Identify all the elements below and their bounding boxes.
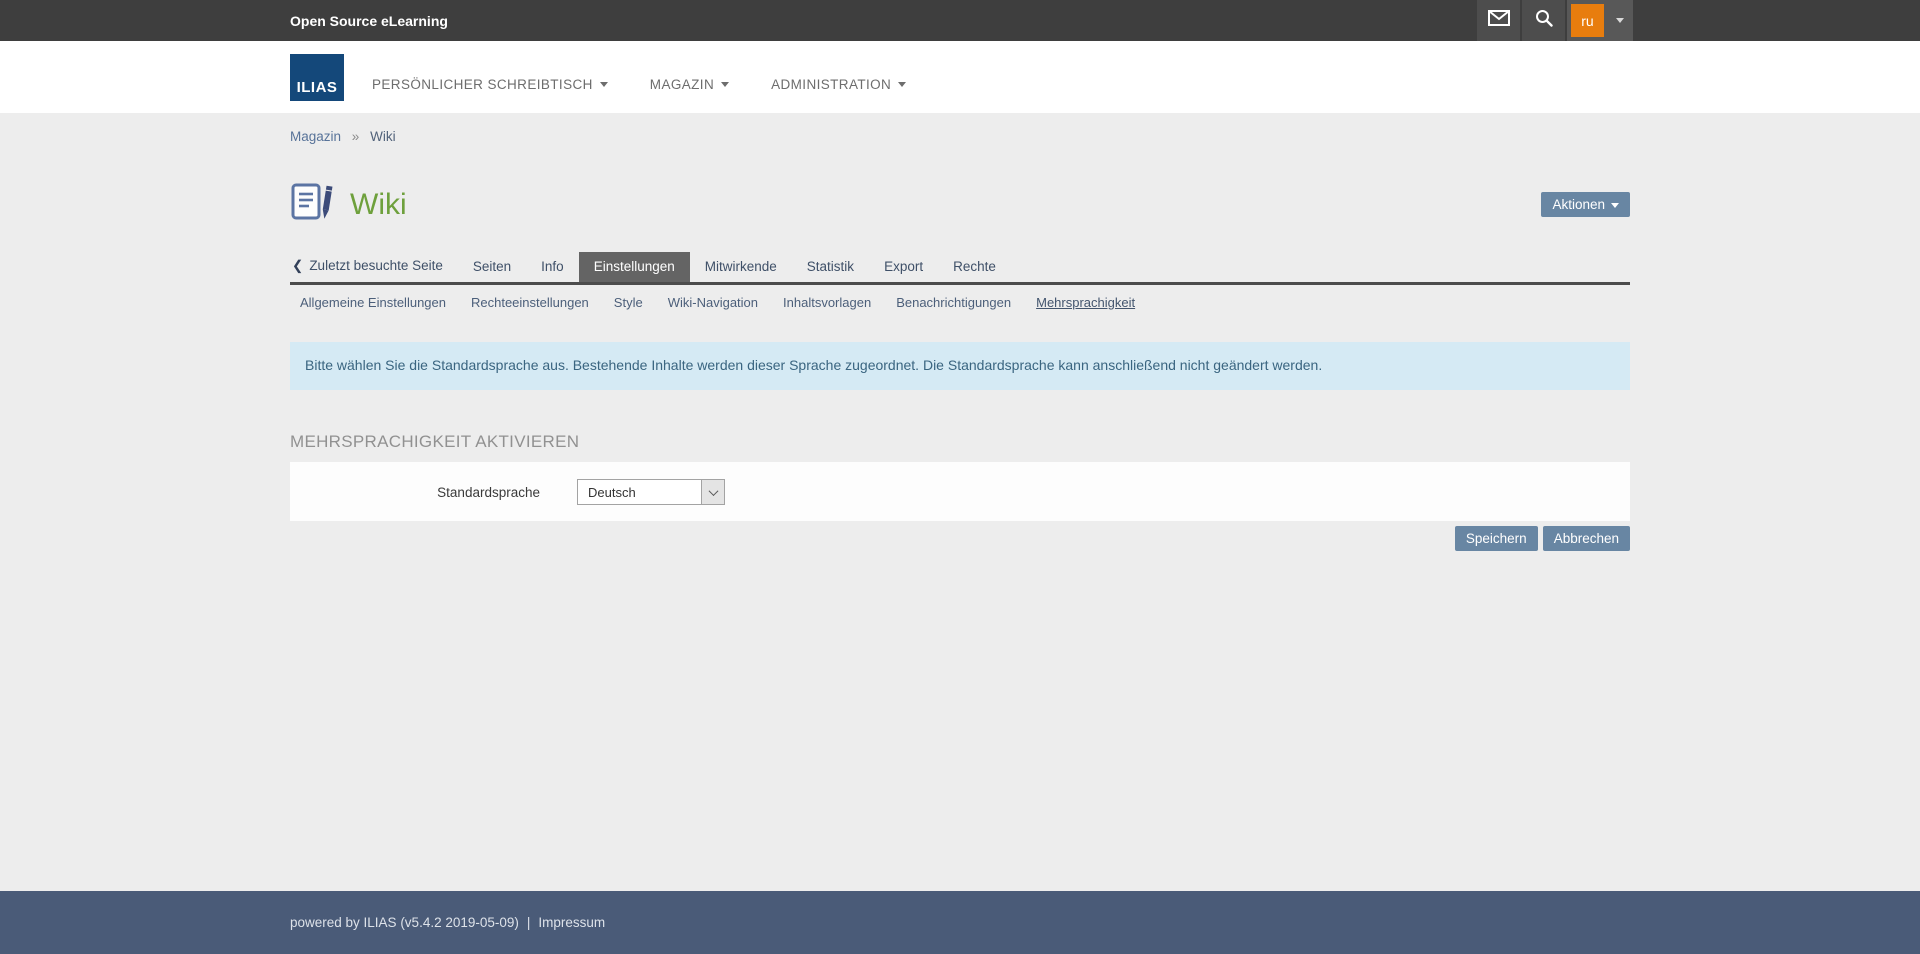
tab-last-visited-page[interactable]: ❮ Zuletzt besuchte Seite [290,251,458,282]
chevron-down-icon [708,486,718,496]
select-arrow-button[interactable] [701,480,724,504]
section-heading: MEHRSPRACHIGKEIT AKTIVIEREN [290,432,1630,452]
tab-info[interactable]: Info [526,252,579,282]
title-row: Wiki Aktionen [290,180,1630,229]
top-bar: Open Source eLearning [0,0,1920,41]
app-title: Open Source eLearning [290,13,448,29]
tab-export[interactable]: Export [869,252,938,282]
mail-button[interactable] [1477,0,1520,41]
user-menu-button[interactable]: ru [1567,0,1633,41]
caret-down-icon [600,82,608,87]
subtab-style[interactable]: Style [614,295,643,310]
footer-impressum-link[interactable]: Impressum [538,915,605,930]
footer-separator: | [527,915,531,930]
nav-item-personal-desktop[interactable]: PERSÖNLICHER SCHREIBTISCH [372,77,608,92]
content-area: Magazin » Wiki [0,113,1920,891]
multilingualism-form: Standardsprache Deutsch [290,462,1630,521]
breadcrumb-separator: » [352,129,360,144]
breadcrumb-wiki[interactable]: Wiki [370,129,396,144]
tab-rechte[interactable]: Rechte [938,252,1011,282]
breadcrumb-magazin[interactable]: Magazin [290,129,341,144]
subtab-wiki-navigation[interactable]: Wiki-Navigation [668,295,758,310]
caret-down-icon [898,82,906,87]
nav-item-administration[interactable]: ADMINISTRATION [771,77,906,92]
search-button[interactable] [1522,0,1565,41]
actions-button-label: Aktionen [1552,197,1605,212]
cancel-button[interactable]: Abbrechen [1543,526,1630,551]
subtab-inhaltsvorlagen[interactable]: Inhaltsvorlagen [783,295,871,310]
footer-powered-by: powered by ILIAS (v5.4.2 2019-05-09) [290,915,519,930]
tab-label: Zuletzt besuchte Seite [309,258,443,273]
ilias-logo[interactable]: ILIAS [290,54,344,101]
form-actions: Speichern Abbrechen [290,526,1630,551]
avatar: ru [1571,4,1604,37]
main-nav: PERSÖNLICHER SCHREIBTISCH MAGAZIN ADMINI… [372,77,948,92]
tab-bar: ❮ Zuletzt besuchte Seite Seiten Info Eins… [290,251,1630,285]
standard-language-label: Standardsprache [290,485,540,500]
tab-mitwirkende[interactable]: Mitwirkende [690,252,792,282]
nav-item-repository[interactable]: MAGAZIN [650,77,729,92]
subtab-rechteeinstellungen[interactable]: Rechteeinstellungen [471,295,589,310]
nav-item-label: ADMINISTRATION [771,77,891,92]
wiki-icon [290,180,334,229]
breadcrumb: Magazin » Wiki [290,113,1630,144]
tab-seiten[interactable]: Seiten [458,252,526,282]
nav-item-label: PERSÖNLICHER SCHREIBTISCH [372,77,593,92]
select-value: Deutsch [578,480,701,504]
actions-button[interactable]: Aktionen [1541,192,1630,217]
save-button[interactable]: Speichern [1455,526,1538,551]
search-icon [1535,9,1553,32]
standard-language-select[interactable]: Deutsch [577,479,725,505]
topbar-actions: ru [1475,0,1633,41]
caret-down-icon [1616,12,1624,30]
subtab-mehrsprachigkeit[interactable]: Mehrsprachigkeit [1036,295,1135,310]
page-title: Wiki [350,188,407,222]
mail-icon [1488,10,1510,31]
info-message: Bitte wählen Sie die Standardsprache aus… [290,342,1630,390]
tab-einstellungen[interactable]: Einstellungen [579,252,690,282]
subtab-benachrichtigungen[interactable]: Benachrichtigungen [896,295,1011,310]
subtab-allgemeine-einstellungen[interactable]: Allgemeine Einstellungen [300,295,446,310]
tab-statistik[interactable]: Statistik [792,252,869,282]
footer: powered by ILIAS (v5.4.2 2019-05-09) | I… [0,891,1920,954]
main-header: ILIAS PERSÖNLICHER SCHREIBTISCH MAGAZIN … [0,41,1920,113]
subtab-bar: Allgemeine Einstellungen Rechteeinstellu… [290,285,1630,319]
caret-down-icon [721,82,729,87]
nav-item-label: MAGAZIN [650,77,714,92]
chevron-left-icon: ❮ [292,258,303,273]
caret-down-icon [1611,203,1619,208]
